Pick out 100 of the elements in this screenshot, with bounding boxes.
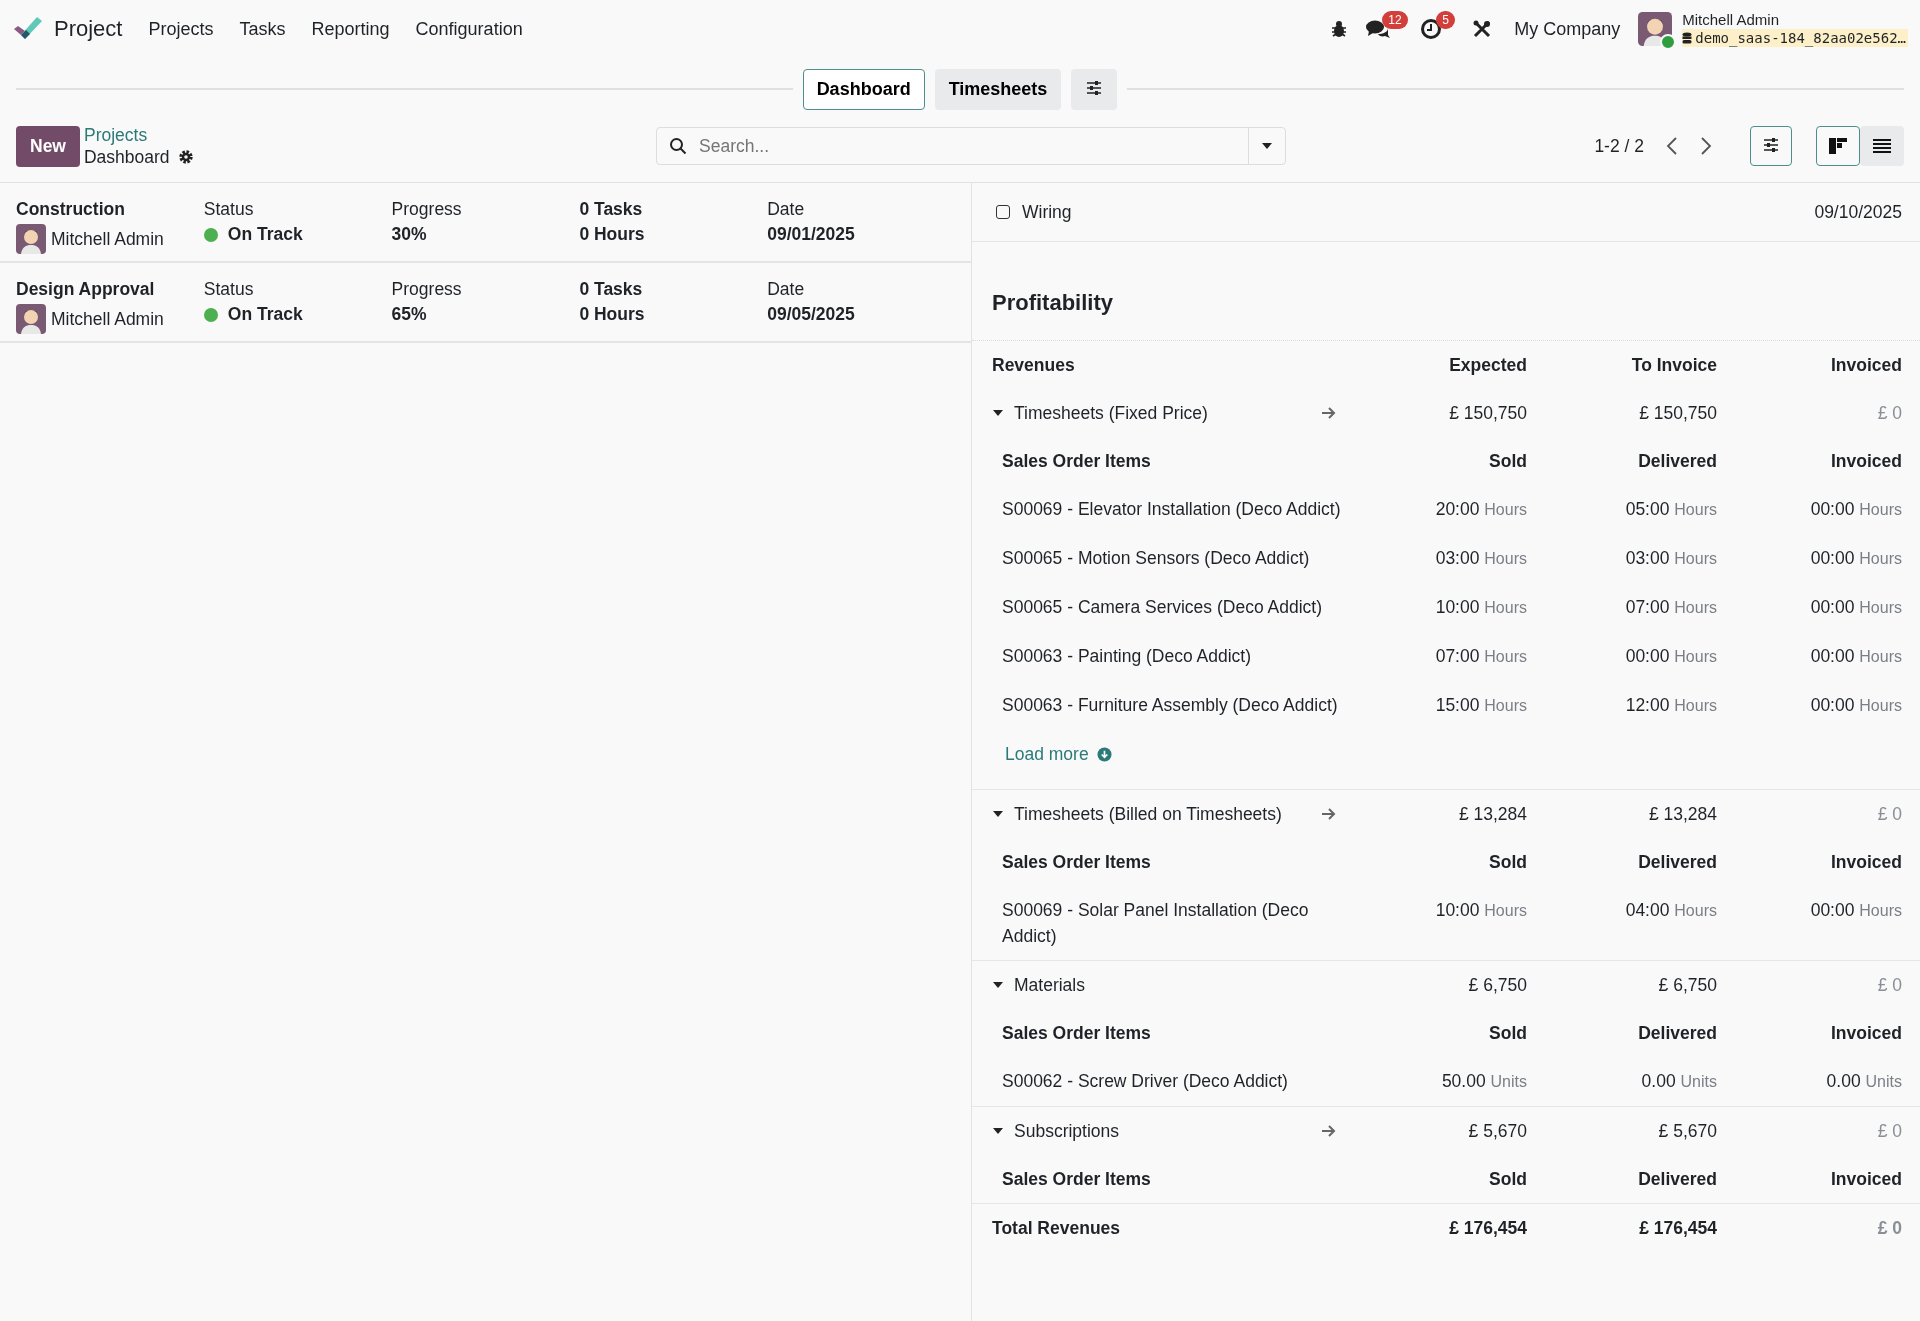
quantity: 00:00 Hours bbox=[1809, 498, 1902, 521]
column-header: Sold bbox=[1488, 1168, 1527, 1191]
load-more-link[interactable]: Load more bbox=[1002, 741, 1372, 767]
new-button[interactable]: New bbox=[16, 125, 80, 167]
total-amount: £ 176,454 bbox=[1638, 1217, 1717, 1240]
column-header: Invoiced bbox=[1830, 354, 1902, 377]
quantity: 03:00 Hours bbox=[1434, 547, 1527, 570]
notification-badge: 12 bbox=[1382, 11, 1408, 29]
checkbox[interactable] bbox=[996, 205, 1010, 219]
amount: £ 0 bbox=[1876, 1120, 1902, 1143]
chat-icon[interactable] bbox=[1366, 18, 1391, 40]
filter-settings-button[interactable] bbox=[1750, 126, 1792, 166]
quantity: 15:00 Hours bbox=[1434, 694, 1527, 717]
project-title[interactable]: Design Approval bbox=[16, 279, 204, 300]
settings-button[interactable] bbox=[1071, 68, 1118, 110]
sales-order-item: S00069 - Solar Panel Installation (Deco Addict) bbox=[1002, 899, 1310, 948]
list-icon bbox=[1872, 138, 1892, 154]
amount: £ 6,750 bbox=[1467, 974, 1527, 997]
arrow-right-icon[interactable] bbox=[1321, 1124, 1337, 1138]
field-label: Date bbox=[767, 199, 806, 220]
sales-order-item: S00065 - Camera Services (Deco Addict) bbox=[1002, 596, 1323, 619]
column-header: Delivered bbox=[1637, 851, 1717, 874]
menu-item[interactable]: Tasks bbox=[239, 18, 286, 40]
column-header: Sales Order Items bbox=[1002, 450, 1152, 473]
caret-down-icon[interactable] bbox=[992, 980, 1004, 990]
date-value: 09/01/2025 bbox=[767, 224, 856, 245]
view-tab[interactable]: Dashboard bbox=[802, 68, 925, 110]
database-icon bbox=[1682, 32, 1693, 44]
menu-item[interactable]: Configuration bbox=[415, 18, 523, 40]
menu-item[interactable]: Projects bbox=[148, 18, 214, 40]
caret-down-icon[interactable] bbox=[992, 408, 1004, 418]
progress-value: 30% bbox=[391, 224, 428, 245]
field-label: Progress bbox=[391, 279, 463, 300]
database-label: demo_saas-184_82aa02e562… bbox=[1682, 29, 1908, 47]
revenue-category[interactable]: Timesheets (Billed on Timesheets) bbox=[1014, 801, 1282, 827]
milestone-date: 09/10/2025 bbox=[1814, 201, 1902, 223]
quantity: 00:00 Hours bbox=[1809, 694, 1902, 717]
menu-item[interactable]: Reporting bbox=[311, 18, 390, 40]
search-input[interactable]: Search... bbox=[697, 134, 1238, 158]
company-switcher[interactable]: My Company bbox=[1514, 18, 1621, 40]
bug-icon[interactable] bbox=[1330, 20, 1349, 38]
tasks-count: 0 Tasks bbox=[579, 279, 644, 300]
amount: £ 5,670 bbox=[1657, 1120, 1717, 1143]
breadcrumb-current: Dashboard bbox=[84, 146, 170, 168]
caret-down-icon[interactable] bbox=[1261, 142, 1273, 150]
view-tab[interactable]: Timesheets bbox=[934, 68, 1062, 110]
revenue-category[interactable]: Subscriptions bbox=[1014, 1118, 1120, 1144]
amount: £ 6,750 bbox=[1657, 974, 1717, 997]
caret-down-icon[interactable] bbox=[992, 1126, 1004, 1136]
kanban-icon bbox=[1828, 137, 1848, 155]
avatar-icon bbox=[16, 224, 46, 254]
arrow-right-icon[interactable] bbox=[1321, 406, 1337, 420]
quantity: 00:00 Hours bbox=[1809, 596, 1902, 619]
amount: £ 13,284 bbox=[1457, 803, 1527, 826]
column-header: Sold bbox=[1488, 851, 1527, 874]
search-field[interactable]: Search... bbox=[656, 127, 1286, 165]
amount: £ 0 bbox=[1876, 974, 1902, 997]
avatar-icon bbox=[1638, 12, 1673, 46]
quantity: 07:00 Hours bbox=[1624, 596, 1717, 619]
quantity: 03:00 Hours bbox=[1624, 547, 1717, 570]
gear-icon[interactable] bbox=[177, 149, 194, 165]
column-header: Invoiced bbox=[1830, 1168, 1902, 1191]
revenue-category[interactable]: Timesheets (Fixed Price) bbox=[1014, 400, 1208, 426]
sliders-icon bbox=[1763, 137, 1779, 152]
pager-value[interactable]: 1-2 / 2 bbox=[1594, 135, 1644, 157]
column-header: To Invoice bbox=[1630, 354, 1717, 377]
project-title[interactable]: Construction bbox=[16, 199, 204, 220]
list-view-button[interactable] bbox=[1860, 126, 1904, 166]
caret-down-icon[interactable] bbox=[992, 809, 1004, 819]
quantity: 00:00 Hours bbox=[1624, 645, 1717, 668]
manager-name: Mitchell Admin bbox=[51, 228, 164, 250]
field-label: Status bbox=[203, 279, 255, 300]
column-header: Expected bbox=[1448, 354, 1527, 377]
chevron-left-icon[interactable] bbox=[1666, 137, 1678, 155]
arrow-down-circle-icon[interactable] bbox=[1096, 746, 1112, 762]
avatar-icon bbox=[16, 304, 46, 334]
breadcrumb-link[interactable]: Projects bbox=[84, 124, 194, 146]
sliders-icon bbox=[1086, 80, 1103, 95]
tools-icon[interactable] bbox=[1472, 19, 1493, 39]
field-label: Progress bbox=[391, 199, 463, 220]
column-header: Delivered bbox=[1637, 1168, 1717, 1191]
kanban-view-button[interactable] bbox=[1816, 126, 1860, 166]
amount: £ 150,750 bbox=[1638, 402, 1717, 425]
arrow-right-icon[interactable] bbox=[1321, 807, 1337, 821]
total-amount: £ 0 bbox=[1876, 1217, 1902, 1240]
amount: £ 150,750 bbox=[1448, 402, 1527, 425]
quantity: 10:00 Hours bbox=[1434, 899, 1527, 922]
quantity: 07:00 Hours bbox=[1434, 645, 1527, 668]
clock-icon[interactable] bbox=[1420, 18, 1443, 40]
revenue-category[interactable]: Materials bbox=[1014, 972, 1085, 998]
column-header: Sales Order Items bbox=[1002, 1168, 1152, 1191]
user-name[interactable]: Mitchell Admin bbox=[1682, 11, 1908, 29]
quantity: 0.00 Units bbox=[1825, 1070, 1902, 1093]
quantity: 00:00 Hours bbox=[1809, 547, 1902, 570]
chevron-right-icon[interactable] bbox=[1700, 137, 1712, 155]
date-value: 09/05/2025 bbox=[767, 304, 856, 325]
online-status-icon bbox=[1660, 34, 1677, 50]
app-name[interactable]: Project bbox=[54, 16, 123, 42]
status-value: On Track bbox=[227, 224, 303, 245]
column-header: Sales Order Items bbox=[1002, 851, 1152, 874]
